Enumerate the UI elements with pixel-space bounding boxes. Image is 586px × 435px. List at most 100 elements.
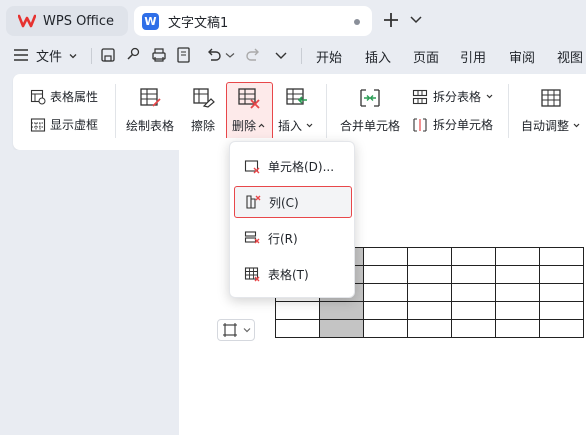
delete-dropdown-menu: 单元格(D)... 列(C) 行(R) 表格(T) [229, 141, 355, 298]
menu-view[interactable]: 视图 [557, 47, 583, 66]
table-cell[interactable] [495, 283, 540, 302]
more-chevron-icon[interactable] [272, 46, 290, 64]
insert-table-icon [286, 88, 307, 105]
table-cell[interactable] [363, 283, 408, 302]
tab-bar: WPS Office W 文字文稿1 [0, 0, 586, 40]
table-cell[interactable] [407, 283, 452, 302]
erase-label: 擦除 [191, 119, 216, 133]
menu-review[interactable]: 审阅 [509, 47, 535, 66]
table-handle-icon [223, 323, 237, 337]
table-cell-selected[interactable] [319, 301, 364, 320]
delete-label-wrap: 删除 [232, 117, 266, 134]
table-cell[interactable] [451, 283, 496, 302]
menu-item-label: 行(R) [268, 231, 298, 246]
delete-cell-icon [244, 160, 260, 174]
table-cell[interactable] [363, 265, 408, 284]
table-properties-button[interactable]: 表格属性 [30, 88, 98, 105]
table-cell[interactable] [495, 301, 540, 320]
eraser-icon [193, 88, 215, 108]
draw-table-button[interactable]: 绘制表格 [126, 86, 174, 134]
divider [326, 84, 327, 138]
save-icon[interactable] [99, 46, 117, 64]
hamburger-icon[interactable] [14, 49, 28, 61]
menu-references[interactable]: 引用 [460, 47, 486, 66]
table-cell[interactable] [407, 319, 452, 338]
auto-adjust-label-wrap: 自动调整 [521, 117, 581, 134]
table-cell[interactable] [451, 319, 496, 338]
merge-cells-icon [360, 89, 380, 107]
table-cell[interactable] [275, 319, 320, 338]
writer-doc-icon: W [142, 12, 159, 30]
delete-row-item[interactable]: 行(R) [234, 222, 352, 254]
table-cell[interactable] [451, 247, 496, 266]
split-cells-icon [413, 117, 427, 132]
wps-logo-icon [18, 13, 36, 29]
chevron-down-icon [69, 53, 77, 58]
split-cells-button[interactable]: 拆分单元格 [412, 116, 493, 133]
print-preview-icon[interactable] [175, 46, 193, 64]
table-cell[interactable] [539, 319, 584, 338]
split-table-button[interactable]: 拆分表格 [412, 88, 494, 105]
virtual-border-icon [30, 117, 46, 132]
table-cell[interactable] [495, 265, 540, 284]
redo-icon[interactable] [244, 46, 262, 64]
table-cell[interactable] [539, 301, 584, 320]
chevron-up-icon [258, 123, 265, 128]
divider [508, 84, 509, 138]
divider [91, 48, 92, 64]
divider [301, 48, 302, 64]
undo-chevron-icon[interactable] [223, 46, 237, 64]
delete-button[interactable]: 删除 [232, 86, 266, 134]
split-cells-label: 拆分单元格 [433, 118, 494, 132]
divider [115, 84, 116, 138]
table-cell[interactable] [407, 301, 452, 320]
format-painter-icon[interactable] [124, 46, 142, 64]
table-cell[interactable] [539, 265, 584, 284]
insert-button[interactable]: 插入 [278, 86, 314, 134]
tab-wps-office[interactable]: WPS Office [6, 6, 128, 36]
print-icon[interactable] [150, 46, 168, 64]
menu-page[interactable]: 页面 [413, 47, 439, 66]
table-cell[interactable] [495, 319, 540, 338]
table-cell[interactable] [363, 319, 408, 338]
delete-label: 删除 [232, 119, 257, 133]
table-row [275, 319, 584, 338]
show-virtual-border-button[interactable]: 显示虚框 [30, 116, 98, 133]
table-cell[interactable] [275, 301, 320, 320]
table-cell[interactable] [539, 283, 584, 302]
delete-table-item[interactable]: 表格(T) [234, 258, 352, 290]
delete-column-icon [246, 195, 261, 209]
undo-icon[interactable] [205, 46, 223, 64]
table-properties-handle[interactable] [217, 319, 255, 341]
unsaved-dot-icon[interactable] [354, 19, 360, 25]
tab-label: 文字文稿1 [168, 15, 229, 31]
tab-label: WPS Office [43, 13, 115, 29]
draw-table-icon [140, 88, 161, 107]
file-menu[interactable]: 文件 [36, 46, 78, 65]
table-cell-selected[interactable] [319, 319, 364, 338]
menu-start[interactable]: 开始 [316, 47, 342, 66]
table-cell[interactable] [363, 301, 408, 320]
tab-document[interactable]: W 文字文稿1 [134, 6, 372, 36]
table-properties-label: 表格属性 [50, 90, 99, 104]
menu-insert[interactable]: 插入 [365, 47, 391, 66]
delete-column-item[interactable]: 列(C) [234, 186, 352, 218]
table-cell[interactable] [363, 247, 408, 266]
split-table-icon [412, 89, 428, 104]
table-cell[interactable] [451, 265, 496, 284]
new-tab-button[interactable] [380, 9, 402, 31]
auto-adjust-button[interactable]: 自动调整 [521, 86, 581, 134]
merge-cells-button[interactable]: 合并单元格 [340, 86, 400, 134]
menu-item-label: 列(C) [269, 195, 299, 210]
table-cell[interactable] [539, 247, 584, 266]
table-cell[interactable] [495, 247, 540, 266]
delete-row-icon [244, 231, 260, 244]
tab-list-chevron-icon[interactable] [408, 11, 424, 27]
table-cell[interactable] [451, 301, 496, 320]
table-cell[interactable] [407, 247, 452, 266]
erase-button[interactable]: 擦除 [191, 86, 215, 134]
table-cell[interactable] [407, 265, 452, 284]
delete-cell-item[interactable]: 单元格(D)... [234, 150, 352, 182]
delete-table-icon [238, 88, 260, 109]
chevron-down-icon [573, 123, 580, 128]
